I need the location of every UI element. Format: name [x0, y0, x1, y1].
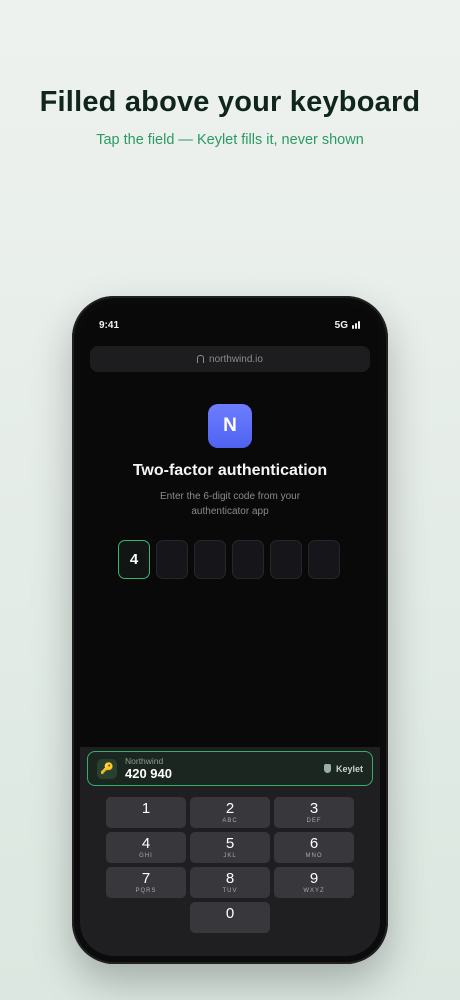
- network-label: 5G: [334, 319, 348, 331]
- key-6[interactable]: 6 MNO: [274, 832, 354, 863]
- headline: Filled above your keyboard: [39, 86, 421, 118]
- code-input-row: 4: [118, 540, 340, 579]
- site-logo: N: [208, 404, 252, 448]
- code-digit-6[interactable]: [308, 540, 340, 579]
- key-0[interactable]: 0: [190, 902, 270, 933]
- key-7[interactable]: 7 PQRS: [106, 867, 186, 898]
- code-digit-4[interactable]: [232, 540, 264, 579]
- page-description: Enter the 6-digit code from your authent…: [159, 491, 301, 517]
- key-3[interactable]: 3 DEF: [274, 797, 354, 828]
- status-time: 9:41: [99, 319, 120, 331]
- code-digit-2[interactable]: [156, 540, 188, 579]
- key-2[interactable]: 2 ABC: [190, 797, 270, 828]
- status-bar: 9:41 5G: [99, 317, 360, 333]
- numeric-keyboard: 🔑 Northwind 420 940 Keylet 1 2 ABC 3 DEF 4…: [80, 747, 380, 956]
- key-icon: 🔑: [97, 758, 117, 779]
- url-bar[interactable]: northwind.io: [90, 346, 370, 372]
- key-9[interactable]: 9 WXYZ: [274, 867, 354, 898]
- autofill-code: 420 940: [125, 766, 172, 781]
- phone-screen: 9:41 5G northwind.io N Two-factor authen…: [80, 304, 380, 956]
- key-8[interactable]: 8 TUV: [190, 867, 270, 898]
- shield-icon: [323, 764, 331, 773]
- code-digit-1[interactable]: 4: [118, 540, 150, 579]
- code-digit-3[interactable]: [194, 540, 226, 579]
- page-title: Two-factor authentication: [132, 462, 328, 479]
- key-5[interactable]: 5 JKL: [190, 832, 270, 863]
- key-1[interactable]: 1: [106, 797, 186, 828]
- autofill-brand: Keylet: [335, 763, 363, 774]
- subheadline: Tap the field — Keylet fills it, never s…: [96, 132, 364, 148]
- code-digit-5[interactable]: [270, 540, 302, 579]
- key-4[interactable]: 4 GHI: [106, 832, 186, 863]
- phone-frame: 9:41 5G northwind.io N Two-factor authen…: [72, 296, 388, 964]
- signal-icon: [352, 321, 360, 329]
- autofill-suggestion[interactable]: 🔑 Northwind 420 940 Keylet: [87, 751, 373, 786]
- lock-icon: [197, 355, 205, 363]
- url-text: northwind.io: [209, 353, 263, 365]
- keypad: 1 2 ABC 3 DEF 4 GHI 5 JKL 6 MNO 7 PQRS 8 TUV 9W…: [106, 797, 354, 933]
- autofill-site: Northwind: [125, 756, 164, 766]
